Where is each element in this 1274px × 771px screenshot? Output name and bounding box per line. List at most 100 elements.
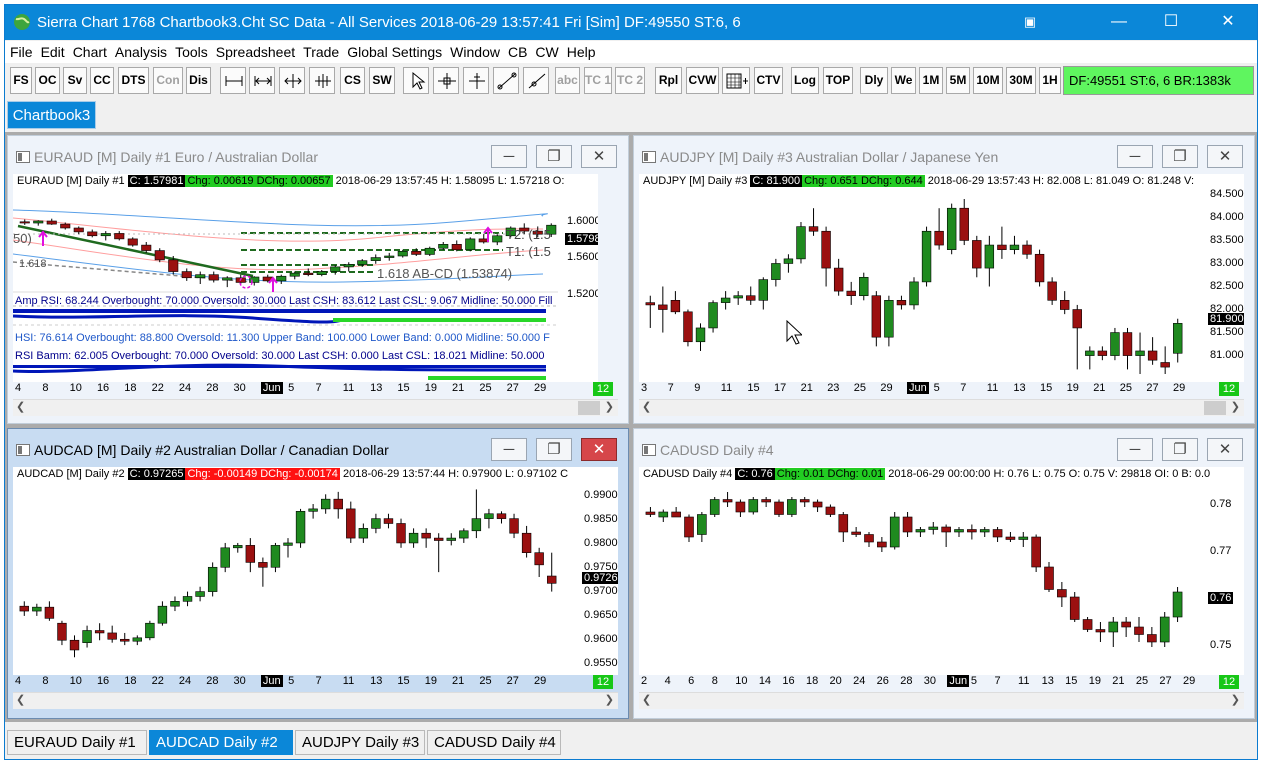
arrow-bar-icon[interactable] [249, 67, 275, 94]
toolbar-button-dts[interactable]: DTS [118, 67, 149, 94]
candle-body [1097, 350, 1108, 356]
toolbar-button-1m[interactable]: 1M [919, 67, 943, 94]
menu-item-spreadsheet[interactable]: Spreadsheet [211, 41, 295, 63]
cursor-cross-icon[interactable] [463, 67, 489, 94]
menu-item-tools[interactable]: Tools [170, 41, 208, 63]
scroll-right-icon[interactable]: ❯ [605, 693, 614, 706]
toolbar-button-10m[interactable]: 10M [973, 67, 1003, 94]
chart-window-audjpy[interactable]: AUDJPY [M] Daily #3 Australian Dollar / … [633, 135, 1255, 424]
scroll-left-icon[interactable]: ❮ [16, 693, 25, 706]
chart-tab-3[interactable]: AUDJPY Daily #3 [295, 730, 425, 755]
ray-tool-icon[interactable] [523, 67, 549, 94]
line-tool-icon[interactable] [493, 67, 519, 94]
upper-band [13, 209, 548, 227]
menu-item-file[interactable]: File [5, 41, 33, 63]
scroll-left-icon[interactable]: ❮ [16, 400, 25, 413]
toolbar-button-1h[interactable]: 1H [1039, 67, 1061, 94]
menu-item-trade[interactable]: Trade [298, 41, 339, 63]
maximize-button[interactable]: ❐ [1162, 145, 1198, 168]
chartbook-tab[interactable]: Chartbook3 [7, 101, 96, 129]
toolbar-button-cs[interactable]: CS [340, 67, 365, 94]
chart-area[interactable]: AUDJPY [M] Daily #3 C: 81.900 Chg: 0.651 … [639, 174, 1244, 382]
minimize-button[interactable]: ─ [1117, 438, 1153, 461]
calendar-icon[interactable] [722, 67, 750, 94]
chart-area[interactable]: CADUSD Daily #4 C: 0.76 Chg: 0.01 DChg: 0… [639, 467, 1244, 675]
chart-area[interactable]: AUDCAD [M] Daily #2 C: 0.97265 Chg: -0.00… [13, 467, 618, 675]
chart-tab-4[interactable]: CADUSD Daily #4 [427, 730, 561, 755]
scroll-left-icon[interactable]: ❮ [642, 400, 651, 413]
pointer-icon[interactable] [403, 67, 429, 94]
scroll-right-icon[interactable]: ❯ [605, 400, 614, 413]
toolbar-button-dly[interactable]: Dly [860, 67, 888, 94]
split-bar-icon[interactable] [279, 67, 305, 94]
scroll-thumb[interactable] [1204, 401, 1226, 415]
close-button[interactable]: ✕ [1207, 145, 1243, 168]
horizontal-scrollbar[interactable]: ❮ ❯ [13, 399, 618, 416]
toolbar-button-sw[interactable]: SW [369, 67, 395, 94]
close-button[interactable]: ✕ [1205, 5, 1251, 39]
close-button[interactable]: ✕ [581, 145, 617, 168]
maximize-button[interactable]: ❐ [536, 438, 572, 461]
chart-window-cadusd[interactable]: CADUSD Daily #4 ─ ❐ ✕ CADUSD Daily #4 C:… [633, 428, 1255, 719]
price-label: 81.500 [1210, 326, 1244, 338]
maximize-button[interactable]: ❐ [536, 145, 572, 168]
candle-body [1031, 536, 1041, 568]
toolbar-button-ctv[interactable]: CTV [754, 67, 783, 94]
menu-item-cb[interactable]: CB [503, 41, 527, 63]
menu-item-chart[interactable]: Chart [68, 41, 107, 63]
price-chart[interactable] [13, 467, 618, 675]
chart-window-audcad[interactable]: AUDCAD [M] Daily #2 Australian Dollar / … [7, 428, 629, 719]
toolbar-button-cvw[interactable]: CVW [686, 67, 719, 94]
candle-body [1047, 281, 1057, 301]
maximize-button[interactable]: ❐ [1162, 438, 1198, 461]
toolbar-button-con[interactable]: Con [153, 67, 183, 94]
menu-item-edit[interactable]: Edit [36, 41, 65, 63]
price-chart[interactable] [639, 467, 1244, 675]
horizontal-scrollbar[interactable]: ❮ ❯ [639, 692, 1244, 709]
cross-bar-icon[interactable] [220, 67, 246, 94]
close-button[interactable]: ✕ [581, 438, 617, 461]
menu-item-window[interactable]: Window [445, 41, 500, 63]
toolbar-button-dis[interactable]: Dis [186, 67, 211, 94]
toolbar-button-tc-2[interactable]: TC 2 [615, 67, 645, 94]
menu-item-cw[interactable]: CW [530, 41, 558, 63]
split-bar-alt-icon[interactable] [309, 67, 335, 94]
scroll-right-icon[interactable]: ❯ [1231, 400, 1240, 413]
toolbar-button-sv[interactable]: Sv [63, 67, 87, 94]
chart-tab-2[interactable]: AUDCAD Daily #2 [149, 730, 293, 755]
toolbar-button-we[interactable]: We [891, 67, 916, 94]
toolbar-button-30m[interactable]: 30M [1006, 67, 1036, 94]
toolbar-button-abc[interactable]: abc [555, 67, 580, 94]
minimize-button[interactable]: ─ [491, 145, 527, 168]
maximize-button[interactable]: ☐ [1148, 5, 1194, 39]
title-bar[interactable]: Sierra Chart 1768 Chartbook3.Cht SC Data… [5, 5, 1257, 40]
minimize-button[interactable]: ─ [1117, 145, 1153, 168]
chart-area[interactable]: EURAUD [M] Daily #1 C: 1.57981 Chg: 0.006… [13, 174, 598, 382]
scroll-thumb[interactable] [578, 401, 600, 415]
toolbar-button-top[interactable]: TOP [823, 67, 853, 94]
candle-body [833, 267, 844, 292]
toolbar-button-tc-1[interactable]: TC 1 [584, 67, 612, 94]
price-chart[interactable] [639, 174, 1244, 382]
toolbar-button-5m[interactable]: 5M [946, 67, 970, 94]
crosshair-icon[interactable] [433, 67, 459, 94]
toolbar-button-log[interactable]: Log [791, 67, 819, 94]
menu-item-global-settings[interactable]: Global Settings [342, 41, 442, 63]
menu-item-analysis[interactable]: Analysis [110, 41, 167, 63]
toolbar-button-rpl[interactable]: Rpl [655, 67, 682, 94]
horizontal-scrollbar[interactable]: ❮ ❯ [13, 692, 618, 709]
toolbar-button-cc[interactable]: CC [90, 67, 114, 94]
close-button[interactable]: ✕ [1207, 438, 1243, 461]
restore-chartbook-icon[interactable]: ▣ [1007, 5, 1053, 39]
minimize-button[interactable]: — [1096, 5, 1142, 39]
toolbar-button-oc[interactable]: OC [35, 67, 60, 94]
price-label: 0.95500 [584, 657, 618, 669]
menu-item-help[interactable]: Help [562, 41, 596, 63]
minimize-button[interactable]: ─ [491, 438, 527, 461]
toolbar-button-fs[interactable]: FS [10, 67, 32, 94]
scroll-left-icon[interactable]: ❮ [642, 693, 651, 706]
scroll-right-icon[interactable]: ❯ [1231, 693, 1240, 706]
chart-window-euraud[interactable]: EURAUD [M] Daily #1 Euro / Australian Do… [7, 135, 629, 424]
chart-tab-1[interactable]: EURAUD Daily #1 [7, 730, 147, 755]
horizontal-scrollbar[interactable]: ❮ ❯ [639, 399, 1244, 416]
